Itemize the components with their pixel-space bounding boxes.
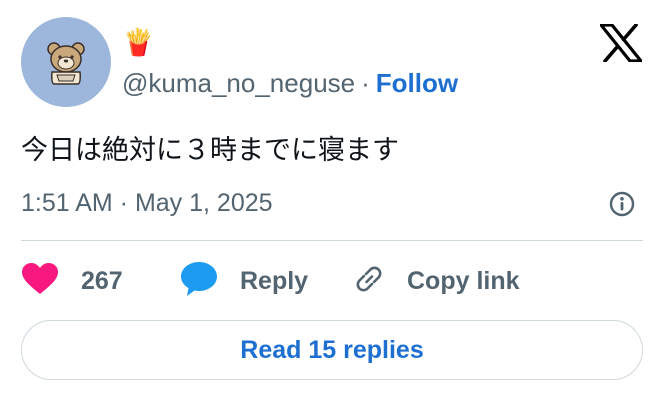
- like-count: 267: [81, 266, 123, 295]
- display-name-emoji[interactable]: 🍟: [122, 27, 154, 57]
- tweet-text: 今日は絶対に３時までに寝ます: [21, 135, 399, 165]
- link-icon: [351, 261, 387, 302]
- separator-dot: ·: [361, 68, 370, 98]
- read-replies-button[interactable]: Read 15 replies: [21, 320, 643, 380]
- tweet-timestamp[interactable]: 1:51 AM · May 1, 2025: [21, 186, 273, 220]
- like-button[interactable]: 267: [21, 259, 123, 303]
- copy-link-button[interactable]: Copy link: [351, 259, 520, 303]
- follow-button[interactable]: Follow: [376, 68, 458, 98]
- copy-link-label: Copy link: [407, 266, 520, 295]
- author-handle[interactable]: @kuma_no_neguse: [122, 68, 355, 98]
- reply-label: Reply: [240, 266, 309, 295]
- tweet-actions-bar: 267 Reply Copy link: [21, 259, 643, 303]
- divider: [21, 240, 643, 241]
- info-icon[interactable]: [608, 190, 636, 218]
- author-handle-row: @kuma_no_neguse · Follow: [122, 66, 458, 100]
- avatar[interactable]: [21, 17, 111, 107]
- speech-bubble-icon: [180, 261, 218, 302]
- reply-button[interactable]: Reply: [180, 259, 308, 303]
- heart-icon: [21, 262, 59, 301]
- x-logo-icon[interactable]: [599, 23, 643, 63]
- embedded-tweet-card: 🍟 @kuma_no_neguse · Follow 今日は絶対に３時までに寝ます …: [0, 0, 656, 400]
- bear-avatar-illustration: [47, 42, 85, 85]
